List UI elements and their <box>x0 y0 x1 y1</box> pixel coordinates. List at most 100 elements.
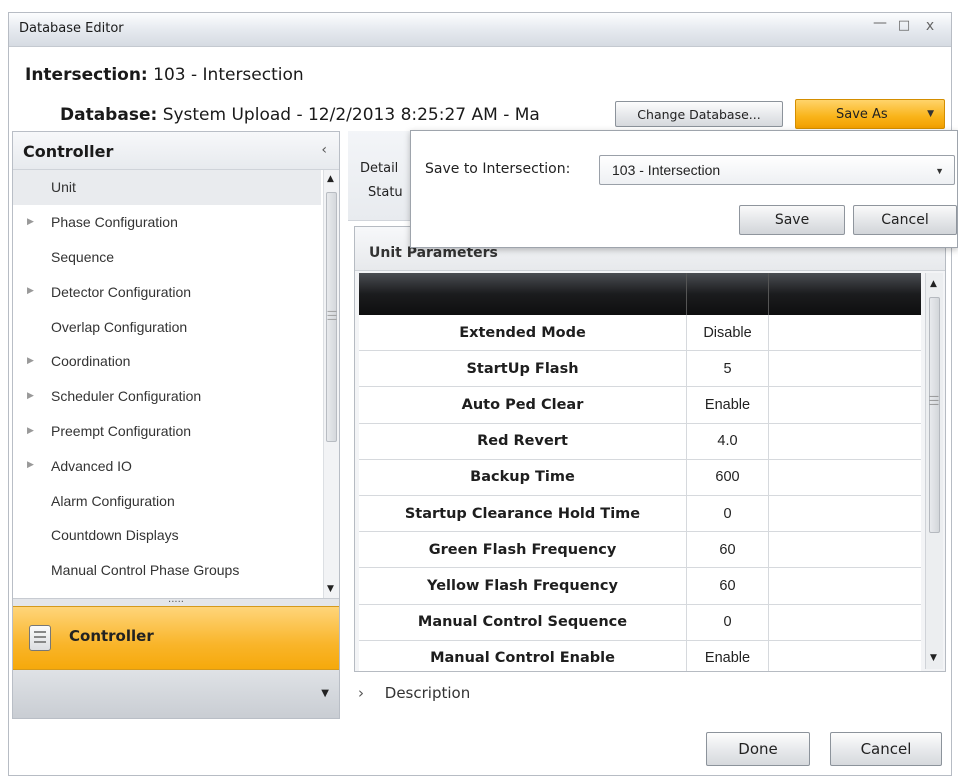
tab-status[interactable]: Statu <box>368 185 403 200</box>
cancel-button[interactable]: Cancel <box>830 732 942 766</box>
minimize-icon[interactable]: — <box>871 15 889 31</box>
description-expander[interactable]: › Description <box>358 684 470 702</box>
table-row[interactable]: Extended Mode Disable <box>359 315 921 352</box>
database-label: Database: <box>60 105 158 125</box>
sidebar-splitter[interactable]: ..... <box>13 595 339 606</box>
intersection-label: Intersection: <box>25 65 148 85</box>
sidebar-item-label: Manual Control Phase Groups <box>51 562 240 579</box>
sidebar-item[interactable]: ▶ Scheduler Configuration <box>13 379 321 414</box>
empty-cell <box>769 496 921 531</box>
scroll-down-icon[interactable]: ▼ <box>930 653 937 663</box>
sidebar-item[interactable]: ▶ Preempt Configuration <box>13 414 321 449</box>
parameter-value[interactable]: 0 <box>687 495 769 532</box>
grid-header-cell <box>687 273 769 315</box>
scroll-up-icon[interactable]: ▲ <box>930 279 937 289</box>
chevron-down-icon: ▼ <box>935 166 944 176</box>
sidebar-item-label: Preempt Configuration <box>51 422 192 439</box>
maximize-icon[interactable]: □ <box>895 18 913 33</box>
change-database-button[interactable]: Change Database... <box>615 101 783 127</box>
table-row[interactable]: Manual Control Sequence 0 <box>359 604 921 641</box>
parameter-value[interactable]: 600 <box>687 459 769 495</box>
grid-scrollbar[interactable]: ▲ — — — ▼ <box>925 273 943 669</box>
intersection-select[interactable]: 103 - Intersection ▼ <box>599 155 955 185</box>
empty-cell <box>769 532 921 567</box>
sidebar-item[interactable]: ▶ Coordination <box>13 344 321 379</box>
grip-icon: — — — <box>327 306 337 325</box>
empty-cell <box>769 315 921 350</box>
done-button[interactable]: Done <box>706 732 810 766</box>
grid-header <box>359 273 921 315</box>
chevron-down-icon[interactable]: ▼ <box>321 688 329 699</box>
sidebar-item[interactable]: Overlap Configuration <box>13 309 321 344</box>
sidebar-section-controller[interactable]: Controller <box>13 606 339 670</box>
table-row[interactable]: Manual Control Enable Enable <box>359 640 921 671</box>
sidebar-scrollbar[interactable]: ▲ — — — ▼ <box>323 170 339 598</box>
empty-cell <box>769 351 921 386</box>
close-icon[interactable]: x <box>921 18 939 34</box>
expand-arrow-icon[interactable]: ▶ <box>27 425 34 436</box>
parameter-name: Manual Control Sequence <box>359 604 687 640</box>
empty-cell <box>769 605 921 640</box>
parameter-value[interactable]: 0 <box>687 604 769 640</box>
popup-cancel-button[interactable]: Cancel <box>853 205 957 235</box>
table-row[interactable]: Auto Ped Clear Enable <box>359 387 921 424</box>
title-bar: Database Editor — □ x <box>9 13 951 47</box>
intersection-line: Intersection: 103 - Intersection <box>25 65 304 85</box>
scroll-up-icon[interactable]: ▲ <box>327 174 334 184</box>
sidebar-item[interactable]: Sequence <box>13 240 321 275</box>
sidebar-overflow-bar[interactable]: ▼ <box>13 670 339 718</box>
parameter-value[interactable]: 5 <box>687 351 769 387</box>
sidebar-item[interactable]: Countdown Displays <box>13 518 321 553</box>
expand-arrow-icon[interactable]: ▶ <box>27 390 34 401</box>
database-line: Database: System Upload - 12/2/2013 8:25… <box>60 105 620 125</box>
parameter-value[interactable]: 4.0 <box>687 423 769 459</box>
controller-sidebar: Controller ‹ Unit ▶ Phase Configuration Seq… <box>12 131 340 719</box>
sidebar-item-label: Detector Configuration <box>51 283 192 300</box>
table-row[interactable]: Green Flash Frequency 60 <box>359 532 921 569</box>
save-as-popup: Save to Intersection: 103 - Intersection… <box>410 130 958 248</box>
sidebar-item-label: Coordination <box>51 353 131 370</box>
scroll-thumb[interactable] <box>929 297 940 533</box>
parameter-name: Auto Ped Clear <box>359 387 687 423</box>
sidebar-item[interactable]: Unit <box>13 170 321 205</box>
intersection-select-value: 103 - Intersection <box>612 162 721 178</box>
sidebar-section-label: Controller <box>69 627 154 645</box>
sidebar-item[interactable]: ▶ Detector Configuration <box>13 274 321 309</box>
sidebar-item[interactable]: ▶ Advanced IO <box>13 448 321 483</box>
tab-details[interactable]: Detail <box>360 161 398 176</box>
expand-arrow-icon[interactable]: ▶ <box>27 459 34 470</box>
sidebar-item[interactable]: Alarm Configuration <box>13 483 321 518</box>
grip-icon: — — — <box>929 391 939 410</box>
empty-cell <box>769 424 921 459</box>
popup-save-button[interactable]: Save <box>739 205 845 235</box>
sidebar-item[interactable]: Manual Control Phase Groups <box>13 553 321 588</box>
parameter-value[interactable]: Disable <box>687 315 769 351</box>
parameter-name: Yellow Flash Frequency <box>359 568 687 604</box>
parameter-value[interactable]: Enable <box>687 387 769 423</box>
table-row[interactable]: Yellow Flash Frequency 60 <box>359 568 921 605</box>
expand-arrow-icon[interactable]: ▶ <box>27 216 34 227</box>
parameter-value[interactable]: 60 <box>687 568 769 604</box>
table-row[interactable]: Startup Clearance Hold Time 0 <box>359 495 921 533</box>
grid-body: Extended Mode Disable StartUp Flash 5 Auto P… <box>359 315 921 671</box>
sidebar-item-label: Alarm Configuration <box>51 492 175 509</box>
sidebar-item-label: Unit <box>51 179 76 196</box>
table-row[interactable]: Red Revert 4.0 <box>359 423 921 460</box>
expand-arrow-icon[interactable]: ▶ <box>27 355 34 366</box>
empty-cell <box>769 460 921 495</box>
database-value: System Upload - 12/2/2013 8:25:27 AM - M… <box>162 105 540 125</box>
grid-header-cell <box>769 273 921 315</box>
empty-cell <box>769 568 921 603</box>
scroll-down-icon[interactable]: ▼ <box>327 584 334 594</box>
parameter-name: StartUp Flash <box>359 351 687 387</box>
sidebar-item[interactable]: ▶ Phase Configuration <box>13 205 321 240</box>
table-row[interactable]: Backup Time 600 <box>359 459 921 496</box>
parameter-value[interactable]: Enable <box>687 640 769 671</box>
expand-arrow-icon[interactable]: ▶ <box>27 285 34 296</box>
table-row[interactable]: StartUp Flash 5 <box>359 351 921 388</box>
parameter-value[interactable]: 60 <box>687 532 769 568</box>
collapse-icon[interactable]: ‹ <box>321 142 327 158</box>
parameter-name: Startup Clearance Hold Time <box>359 495 687 532</box>
save-as-button[interactable]: Save As ▼ <box>795 99 945 129</box>
save-as-label: Save As <box>836 106 888 122</box>
